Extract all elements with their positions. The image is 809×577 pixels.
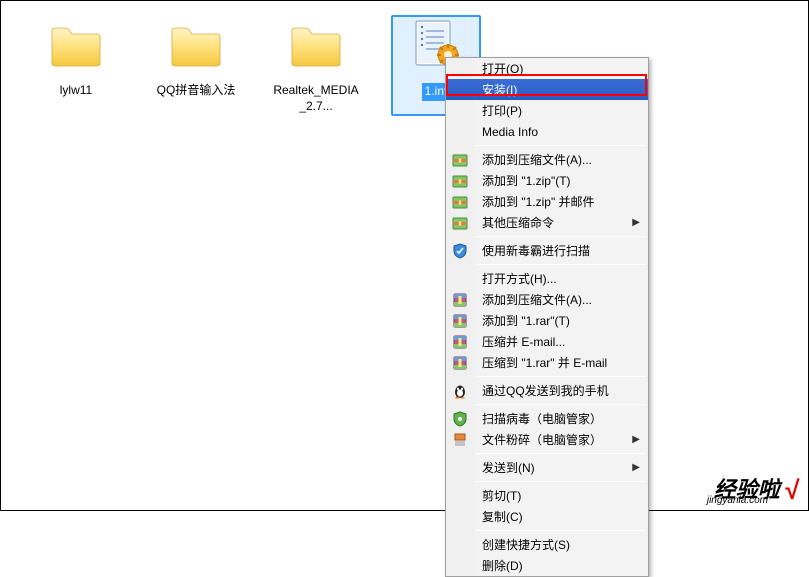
qq-icon (446, 380, 474, 401)
menu-item[interactable]: 剪切(T) (446, 485, 648, 506)
folder-icon (288, 17, 344, 73)
menu-item[interactable]: 打开(O) (446, 58, 648, 79)
file-label: lylw11 (60, 83, 92, 99)
menu-item-label: 其他压缩命令 (474, 214, 630, 231)
menu-item[interactable]: 创建快捷方式(S) (446, 534, 648, 555)
watermark-check-icon: √ (784, 475, 798, 506)
zip-icon (446, 149, 474, 170)
blank-icon (446, 100, 474, 121)
menu-separator (476, 481, 646, 482)
menu-separator (476, 145, 646, 146)
menu-item[interactable]: 添加到压缩文件(A)... (446, 289, 648, 310)
menu-separator (476, 376, 646, 377)
menu-item-label: 发送到(N) (474, 459, 630, 476)
blank-icon (446, 506, 474, 527)
watermark: 经验啦 √ jingyanla.com (714, 472, 798, 504)
menu-separator (476, 453, 646, 454)
blank-icon (446, 268, 474, 289)
menu-item[interactable]: Media Info (446, 121, 648, 142)
menu-item-label: 创建快捷方式(S) (474, 536, 640, 553)
menu-item-label: 通过QQ发送到我的手机 (474, 382, 640, 399)
folder-item[interactable]: Realtek_MEDIA_2.7... (271, 15, 361, 116)
menu-item[interactable]: 使用新毒霸进行扫描 (446, 240, 648, 261)
rar-icon (446, 331, 474, 352)
blank-icon (446, 58, 474, 79)
context-menu: 打开(O) 安装(I) 打印(P) Media Info 添加到压缩文件(A)... 添加… (445, 57, 649, 577)
menu-item[interactable]: 删除(D) (446, 555, 648, 576)
shield-green-icon (446, 408, 474, 429)
blank-icon (446, 555, 474, 576)
shred-icon (446, 429, 474, 450)
blank-icon (446, 485, 474, 506)
menu-item-label: 添加到压缩文件(A)... (474, 151, 640, 168)
blank-icon (446, 79, 474, 100)
menu-separator (476, 236, 646, 237)
menu-item-label: 扫描病毒（电脑管家） (474, 410, 640, 427)
blank-icon (446, 121, 474, 142)
menu-item-label: 安装(I) (474, 81, 640, 98)
zip-icon (446, 191, 474, 212)
desktop-area[interactable]: lylw11 QQ拼音输入法 Realtek_MEDIA_2.7... (1, 1, 808, 130)
menu-item[interactable]: 复制(C) (446, 506, 648, 527)
folder-item[interactable]: lylw11 (31, 15, 121, 116)
menu-item-label: 压缩到 "1.rar" 并 E-mail (474, 354, 640, 371)
menu-item[interactable]: 添加到压缩文件(A)... (446, 149, 648, 170)
zip-icon (446, 170, 474, 191)
menu-item[interactable]: 添加到 "1.zip"(T) (446, 170, 648, 191)
submenu-arrow-icon: ▶ (630, 434, 640, 445)
menu-item[interactable]: 打开方式(H)... (446, 268, 648, 289)
menu-item[interactable]: 压缩并 E-mail... (446, 331, 648, 352)
menu-item[interactable]: 添加到 "1.rar"(T) (446, 310, 648, 331)
menu-item[interactable]: 添加到 "1.zip" 并邮件 (446, 191, 648, 212)
zip-icon (446, 212, 474, 233)
menu-item[interactable]: 打印(P) (446, 100, 648, 121)
submenu-arrow-icon: ▶ (630, 217, 640, 228)
folder-icon (168, 17, 224, 73)
menu-item-label: 添加到 "1.zip"(T) (474, 172, 640, 189)
menu-item-label: 删除(D) (474, 557, 640, 574)
folder-item[interactable]: QQ拼音输入法 (151, 15, 241, 116)
menu-item[interactable]: 扫描病毒（电脑管家） (446, 408, 648, 429)
menu-separator (476, 530, 646, 531)
menu-item-label: 打开(O) (474, 60, 640, 77)
menu-item-label: 添加到 "1.zip" 并邮件 (474, 193, 640, 210)
watermark-url: jingyanla.com (707, 495, 768, 506)
folder-icon (48, 17, 104, 73)
rar-icon (446, 310, 474, 331)
blank-icon (446, 457, 474, 478)
rar-icon (446, 352, 474, 373)
menu-item-label: 压缩并 E-mail... (474, 333, 640, 350)
menu-item-label: 添加到压缩文件(A)... (474, 291, 640, 308)
menu-item[interactable]: 文件粉碎（电脑管家）▶ (446, 429, 648, 450)
shield-blue-icon (446, 240, 474, 261)
menu-item[interactable]: 通过QQ发送到我的手机 (446, 380, 648, 401)
menu-item-label: Media Info (474, 125, 640, 139)
menu-item-label: 使用新毒霸进行扫描 (474, 242, 640, 259)
menu-item-label: 打开方式(H)... (474, 270, 640, 287)
rar-icon (446, 289, 474, 310)
menu-item[interactable]: 发送到(N)▶ (446, 457, 648, 478)
menu-item-label: 文件粉碎（电脑管家） (474, 431, 630, 448)
menu-item-label: 添加到 "1.rar"(T) (474, 312, 640, 329)
file-label: QQ拼音输入法 (157, 83, 236, 99)
submenu-arrow-icon: ▶ (630, 462, 640, 473)
menu-item-label: 打印(P) (474, 102, 640, 119)
menu-item-label: 剪切(T) (474, 487, 640, 504)
file-label: Realtek_MEDIA_2.7... (273, 83, 359, 114)
menu-item[interactable]: 安装(I) (446, 79, 648, 100)
menu-item[interactable]: 压缩到 "1.rar" 并 E-mail (446, 352, 648, 373)
menu-separator (476, 404, 646, 405)
menu-item[interactable]: 其他压缩命令▶ (446, 212, 648, 233)
menu-separator (476, 264, 646, 265)
blank-icon (446, 534, 474, 555)
